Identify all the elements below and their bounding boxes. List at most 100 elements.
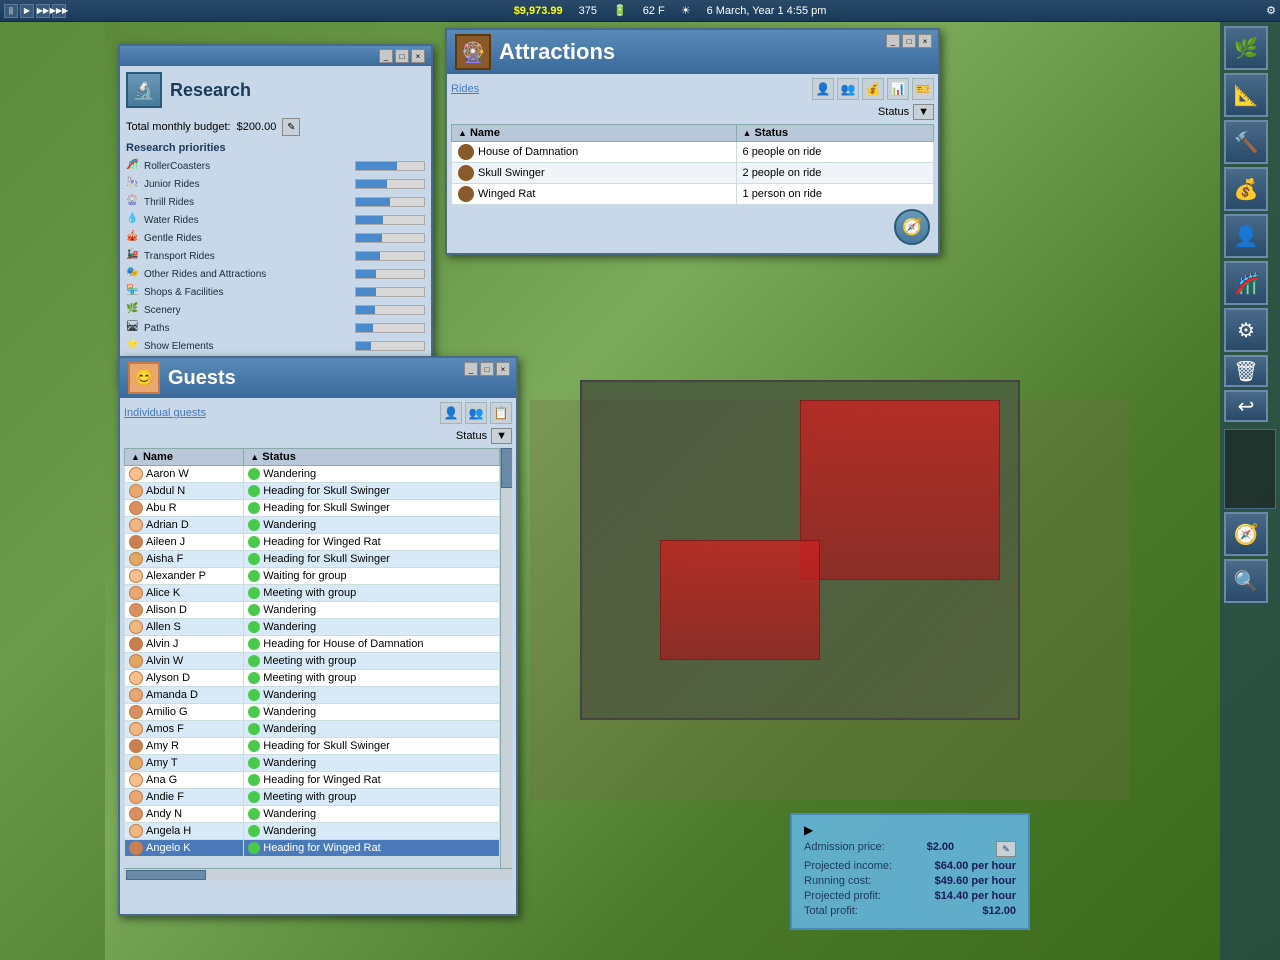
status-dropdown[interactable]: ▼ [913, 104, 934, 120]
priority-bar-bg[interactable] [355, 323, 425, 333]
rs-btn-1[interactable]: 🌿 [1224, 26, 1268, 70]
rs-btn-4[interactable]: 💰 [1224, 167, 1268, 211]
list-item[interactable]: Ana G Heading for Winged Rat [125, 772, 500, 789]
settings-icon[interactable]: ⚙ [1266, 5, 1276, 17]
research-close-btn[interactable]: × [411, 49, 425, 63]
list-item[interactable]: Alvin J Heading for House of Damnation [125, 636, 500, 653]
table-row[interactable]: Skull Swinger 2 people on ride [452, 163, 934, 184]
guests-icon-2[interactable]: 👥 [465, 402, 487, 424]
guests-scrollbar-v[interactable] [500, 448, 512, 868]
list-item[interactable]: Amilio G Wandering [125, 704, 500, 721]
attr-col-name[interactable]: ▲ Name [452, 125, 737, 142]
priority-bar-bg[interactable] [355, 305, 425, 315]
attractions-maximize-btn[interactable]: □ [902, 34, 916, 48]
table-row[interactable]: Winged Rat 1 person on ride [452, 184, 934, 205]
list-item[interactable]: Amy T Wandering [125, 755, 500, 772]
list-item[interactable]: Abu R Heading for Skull Swinger [125, 500, 500, 517]
list-item[interactable]: Aisha F Heading for Skull Swinger [125, 551, 500, 568]
guests-subtitle[interactable]: Individual guests [124, 407, 206, 419]
priority-name: Other Rides and Attractions [144, 269, 351, 280]
minimap[interactable] [1224, 429, 1276, 509]
running-cost-value: $49.60 per hour [935, 875, 1016, 887]
priority-bar-bg[interactable] [355, 197, 425, 207]
priority-bar-fill [356, 288, 376, 296]
fast-forward-button[interactable]: ▶▶ [36, 4, 50, 18]
guest-name-cell: Aaron W [125, 466, 244, 483]
priority-bar-fill [356, 306, 375, 314]
guest-status-cell: Wandering [244, 517, 500, 534]
attr-icon-2[interactable]: 👥 [837, 78, 859, 100]
priority-bar-bg[interactable] [355, 179, 425, 189]
priority-bar-bg[interactable] [355, 251, 425, 261]
guests-status-dropdown[interactable]: ▼ [491, 428, 512, 444]
priority-bar-bg[interactable] [355, 341, 425, 351]
guests-scrollbar-h[interactable] [124, 868, 512, 880]
rs-btn-2[interactable]: 📐 [1224, 73, 1268, 117]
list-item[interactable]: Amos F Wandering [125, 721, 500, 738]
guests-icon-3[interactable]: 📋 [490, 402, 512, 424]
list-item[interactable]: Andie F Meeting with group [125, 789, 500, 806]
attr-icon-4[interactable]: 📊 [887, 78, 909, 100]
priority-bar-bg[interactable] [355, 287, 425, 297]
guests-close-btn[interactable]: × [496, 362, 510, 376]
list-item[interactable]: Allen S Wandering [125, 619, 500, 636]
rs-btn-3[interactable]: 🔨 [1224, 120, 1268, 164]
list-item[interactable]: Alice K Meeting with group [125, 585, 500, 602]
list-item[interactable]: Alexander P Waiting for group [125, 568, 500, 585]
list-item[interactable]: Aileen J Heading for Winged Rat [125, 534, 500, 551]
priority-row: 🎭 Other Rides and Attractions [126, 266, 425, 282]
budget-edit-btn[interactable]: ✎ [282, 118, 300, 136]
table-row[interactable]: House of Damnation 6 people on ride [452, 142, 934, 163]
play-button[interactable]: ▶ [20, 4, 34, 18]
priority-row: 🛤 Paths [126, 320, 425, 336]
attractions-nav-btn[interactable]: 🧭 [894, 209, 930, 245]
list-item[interactable]: Alison D Wandering [125, 602, 500, 619]
rs-btn-nav[interactable]: 🧭 [1224, 512, 1268, 556]
guests-icon-1[interactable]: 👤 [440, 402, 462, 424]
attractions-close-btn[interactable]: × [918, 34, 932, 48]
list-item[interactable]: Abdul N Heading for Skull Swinger [125, 483, 500, 500]
rs-btn-mini-1[interactable]: 🗑 [1224, 355, 1268, 387]
guests-scrollbar-thumb[interactable] [501, 448, 512, 488]
guests-col-status[interactable]: ▲ Status [244, 449, 500, 466]
attr-icon-1[interactable]: 👤 [812, 78, 834, 100]
priority-bar-fill [356, 162, 397, 170]
list-item[interactable]: Andy N Wandering [125, 806, 500, 823]
attractions-minimize-btn[interactable]: _ [886, 34, 900, 48]
list-item[interactable]: Alyson D Meeting with group [125, 670, 500, 687]
list-item[interactable]: Adrian D Wandering [125, 517, 500, 534]
guests-scrollbar-thumb-h[interactable] [126, 870, 206, 880]
attr-col-status[interactable]: ▲ Status [736, 125, 933, 142]
attr-icon-3[interactable]: 💰 [862, 78, 884, 100]
priority-bar-bg[interactable] [355, 233, 425, 243]
research-minimize-btn[interactable]: _ [379, 49, 393, 63]
guest-status-cell: Wandering [244, 704, 500, 721]
guests-maximize-btn[interactable]: □ [480, 362, 494, 376]
priority-bar-bg[interactable] [355, 161, 425, 171]
list-item[interactable]: Angelo K Heading for Winged Rat [125, 840, 500, 857]
triple-fast-button[interactable]: ▶▶▶ [52, 4, 66, 18]
rs-btn-6[interactable]: 🎢 [1224, 261, 1268, 305]
rs-btn-5[interactable]: 👤 [1224, 214, 1268, 258]
rs-btn-7[interactable]: ⚙ [1224, 308, 1268, 352]
price-edit-btn[interactable]: ✎ [996, 841, 1016, 857]
rs-btn-mini-2[interactable]: ↩ [1224, 390, 1268, 422]
list-item[interactable]: Aaron W Wandering [125, 466, 500, 483]
rides-tab[interactable]: Rides [451, 83, 479, 95]
list-item[interactable]: Amy R Heading for Skull Swinger [125, 738, 500, 755]
guest-name-cell: Alexander P [125, 568, 244, 585]
guests-col-name[interactable]: ▲ Name [125, 449, 244, 466]
priority-bar-bg[interactable] [355, 269, 425, 279]
priority-row: 🌿 Scenery [126, 302, 425, 318]
ride-name-cell: Skull Swinger [452, 163, 737, 184]
pause-button[interactable]: || [4, 4, 18, 18]
attr-icon-5[interactable]: 🎫 [912, 78, 934, 100]
rs-btn-zoom[interactable]: 🔍 [1224, 559, 1268, 603]
priority-bar-bg[interactable] [355, 215, 425, 225]
status-icon [248, 604, 260, 616]
guests-minimize-btn[interactable]: _ [464, 362, 478, 376]
list-item[interactable]: Angela H Wandering [125, 823, 500, 840]
list-item[interactable]: Amanda D Wandering [125, 687, 500, 704]
research-maximize-btn[interactable]: □ [395, 49, 409, 63]
list-item[interactable]: Alvin W Meeting with group [125, 653, 500, 670]
